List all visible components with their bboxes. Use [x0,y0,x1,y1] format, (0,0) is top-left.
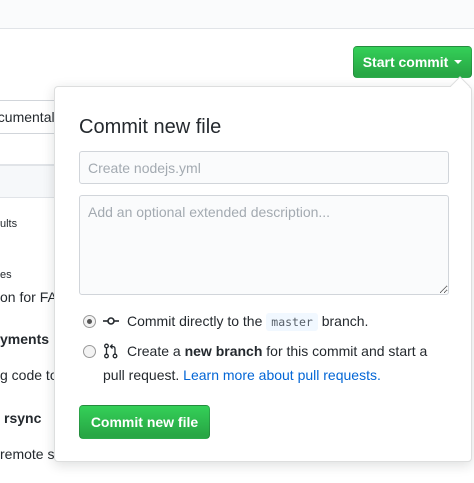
new-branch-text-end: for this commit and start a [266,343,428,359]
new-branch-emphasis: new branch [184,343,263,359]
new-branch-line2: pull request. Learn more about pull requ… [103,363,381,387]
background-text: on for FA [0,289,57,305]
start-commit-label: Start commit [362,54,449,70]
commit-direct-option[interactable]: Commit directly to the master branch. [79,309,449,333]
commit-direct-text-end: branch. [321,313,369,329]
commit-new-file-button[interactable]: Commit new file [79,405,210,439]
background-text: remote s [0,446,55,462]
background-text: es [0,269,12,281]
popover-arrow [450,76,470,96]
commit-direct-radio[interactable] [83,315,96,328]
background-text: ults [0,218,18,230]
new-branch-text: Create a [127,343,181,359]
commit-direct-text: Commit directly to the [127,313,263,329]
background-section-header [0,165,60,198]
commit-direct-label: Commit directly to the master branch. [127,309,368,334]
git-pull-request-icon [103,343,119,362]
learn-more-link[interactable]: Learn more about pull requests. [183,367,381,383]
start-commit-button[interactable]: Start commit [353,46,472,78]
pull-request-text: pull request. [103,367,180,383]
top-bar [0,0,474,29]
background-text: g code to [0,367,58,383]
background-heading: rsync [4,410,42,426]
git-commit-icon [103,313,119,332]
new-branch-option[interactable]: Create a new branch for this commit and … [79,339,449,383]
background-heading: yments [0,331,50,347]
caret-down-icon [454,60,463,64]
commit-description-textarea[interactable] [79,195,449,295]
new-branch-label: Create a new branch for this commit and … [127,339,457,363]
branch-name: master [266,313,318,331]
popover-title: Commit new file [79,116,222,138]
commit-popover: Commit new file Commit directly to the m… [54,76,472,462]
background-input-text: ocumental [0,109,55,125]
new-branch-radio[interactable] [83,345,96,358]
commit-summary-input[interactable] [79,151,449,184]
